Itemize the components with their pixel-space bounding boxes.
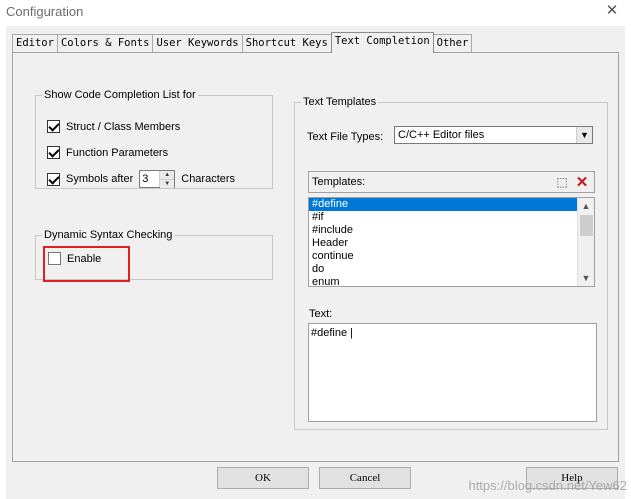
- ok-button[interactable]: OK: [217, 467, 309, 489]
- tab-other[interactable]: Other: [432, 34, 473, 53]
- symbols-after-value[interactable]: 3: [140, 171, 159, 187]
- list-item[interactable]: enum: [309, 276, 594, 286]
- tab-text-completion[interactable]: Text Completion: [330, 32, 434, 53]
- dialog-client: Editor Colors & Fonts User Keywords Shor…: [6, 26, 625, 499]
- window-title: Configuration: [6, 4, 84, 19]
- struct-members-label: Struct / Class Members: [66, 120, 181, 133]
- file-types-select[interactable]: C/C++ Editor files ▼: [394, 126, 593, 144]
- templates-scrollbar[interactable]: ▲ ▼: [577, 198, 594, 286]
- scroll-up-icon[interactable]: ▲: [578, 198, 594, 214]
- templates-header: Templates: ⬚ ✕: [308, 171, 595, 193]
- struct-members-checkbox[interactable]: Struct / Class Members: [47, 120, 180, 133]
- template-text-area[interactable]: #define |: [308, 323, 597, 422]
- file-types-label: Text File Types:: [307, 131, 384, 143]
- checkbox-box[interactable]: [47, 120, 60, 133]
- list-item[interactable]: continue: [309, 250, 594, 263]
- function-params-checkbox[interactable]: Function Parameters: [47, 146, 168, 159]
- templates-list[interactable]: #define #if #include Header continue do …: [308, 197, 595, 287]
- spin-up-icon[interactable]: ▲: [160, 171, 175, 179]
- symbols-after-label: Symbols after: [66, 173, 134, 185]
- templates-label: Templates:: [312, 176, 366, 188]
- tab-editor[interactable]: Editor: [12, 34, 58, 53]
- tab-colors-fonts[interactable]: Colors & Fonts: [56, 34, 154, 53]
- text-label: Text:: [309, 308, 333, 320]
- file-types-value: C/C++ Editor files: [398, 129, 485, 141]
- new-template-icon[interactable]: ⬚: [553, 174, 571, 191]
- close-icon[interactable]: ✕: [603, 2, 621, 20]
- tab-user-keywords[interactable]: User Keywords: [152, 34, 243, 53]
- highlight-annotation: [43, 246, 130, 282]
- watermark: https://blog.csdn.net/Yew62: [468, 478, 627, 493]
- text-templates-legend: Text Templates: [303, 96, 377, 108]
- syntax-checking-legend: Dynamic Syntax Checking: [44, 229, 173, 241]
- list-item[interactable]: #include: [309, 224, 594, 237]
- scroll-down-icon[interactable]: ▼: [578, 270, 594, 286]
- list-item[interactable]: #if: [309, 211, 594, 224]
- cancel-button[interactable]: Cancel: [319, 467, 411, 489]
- checkbox-box[interactable]: [47, 172, 60, 186]
- list-item[interactable]: do: [309, 263, 594, 276]
- code-completion-legend: Show Code Completion List for: [44, 89, 196, 101]
- chevron-down-icon[interactable]: ▼: [576, 127, 592, 143]
- spin-down-icon[interactable]: ▼: [160, 179, 175, 188]
- list-item[interactable]: Header: [309, 237, 594, 250]
- title-bar: Configuration ✕: [0, 0, 631, 26]
- symbols-after-checkbox[interactable]: Symbols after 3 ▲ ▼ Characters: [47, 170, 235, 188]
- delete-template-icon[interactable]: ✕: [573, 174, 591, 191]
- function-params-label: Function Parameters: [66, 146, 169, 159]
- tab-strip: Editor Colors & Fonts User Keywords Shor…: [12, 32, 473, 53]
- list-item[interactable]: #define: [309, 198, 594, 211]
- characters-label: Characters: [181, 173, 236, 185]
- checkbox-box[interactable]: [47, 146, 60, 159]
- scroll-thumb[interactable]: [580, 215, 593, 236]
- tab-panel: Show Code Completion List for Struct / C…: [12, 52, 619, 462]
- tab-shortcut-keys[interactable]: Shortcut Keys: [241, 34, 332, 53]
- symbols-after-spinner[interactable]: 3 ▲ ▼: [139, 170, 176, 188]
